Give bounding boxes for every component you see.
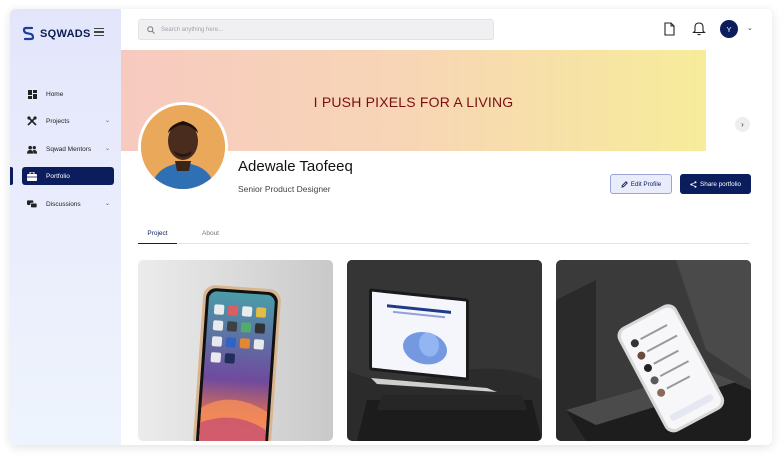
project-card-iphone[interactable] [138,260,333,441]
sidebar-item-label: Projects [46,117,70,125]
sidebar-item-label: Sqwad Mentors [46,145,92,153]
sidebar-item-label: Discussions [46,200,81,208]
tab-about[interactable]: About [194,230,227,244]
banner-next-button[interactable]: › [735,117,750,132]
home-icon [27,89,37,99]
sidebar-item-label: Portfolio [46,172,70,180]
pencil-icon [621,180,628,188]
project-card-phone-pedestal[interactable] [556,260,751,441]
search-icon [147,25,155,34]
main-content: I PUSH PIXELS FOR A LIVING › Adewale Tao… [121,50,772,445]
active-indicator [10,167,13,185]
account-chevron-down-icon[interactable]: ⌄ [747,24,753,32]
project-card-laptop[interactable] [347,260,542,441]
profile-role: Senior Product Designer [238,184,331,194]
top-bar: Search anything here... Y ⌄ [121,9,772,50]
chevron-down-icon: ⌄ [104,118,110,124]
chevron-down-icon: ⌄ [104,201,110,207]
chevron-down-icon: ⌄ [104,146,110,152]
share-portfolio-button[interactable]: Share portfolio [680,174,751,194]
sidebar: SQWADS Home Projects ⌄ Sqwad Mentors ⌄ P… [10,9,121,445]
iphone-mockup-image [138,260,333,441]
laptop-mockup-image [347,260,542,441]
search-input[interactable]: Search anything here... [138,19,494,40]
search-placeholder: Search anything here... [161,26,224,33]
app-window: SQWADS Home Projects ⌄ Sqwad Mentors ⌄ P… [10,9,772,445]
profile-avatar [138,102,228,192]
sqwads-logo-icon [22,26,35,41]
sidebar-item-discussions[interactable]: Discussions ⌄ [22,195,114,213]
sidebar-item-portfolio[interactable]: Portfolio [22,167,114,185]
sidebar-item-label: Home [46,90,64,98]
share-icon [690,180,697,188]
user-avatar[interactable]: Y [720,20,738,38]
sidebar-item-sqwad-mentors[interactable]: Sqwad Mentors ⌄ [22,140,114,158]
menu-toggle-icon[interactable] [94,28,104,38]
profile-tabs: Project About [138,230,750,244]
tools-icon [27,116,37,126]
sidebar-item-home[interactable]: Home [22,85,114,103]
person-portrait [141,105,225,189]
phone-pedestal-mockup-image [556,260,751,441]
brand-name: SQWADS [40,27,91,40]
edit-profile-button[interactable]: Edit Profile [610,174,672,194]
tab-project[interactable]: Project [138,230,177,244]
bell-icon[interactable] [692,21,706,36]
profile-name: Adewale Taofeeq [238,158,353,175]
brand-logo[interactable]: SQWADS [22,26,91,41]
document-icon[interactable] [664,22,675,36]
banner-headline: I PUSH PIXELS FOR A LIVING [313,93,514,110]
chat-icon [27,199,37,209]
sidebar-item-projects[interactable]: Projects ⌄ [22,112,114,130]
edit-profile-label: Edit Profile [630,180,662,188]
share-portfolio-label: Share portfolio [700,180,741,188]
briefcase-icon [27,171,37,181]
people-icon [27,144,37,154]
